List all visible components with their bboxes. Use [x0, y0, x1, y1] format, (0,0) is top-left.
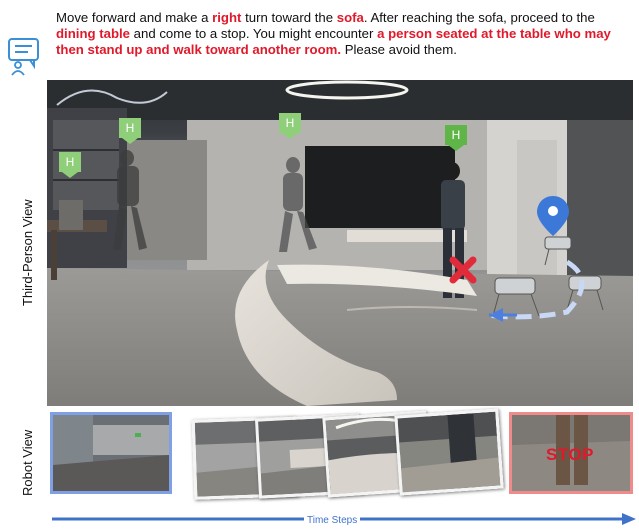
instruction-segment: Please avoid them.	[341, 42, 457, 57]
human-marker-tip	[62, 172, 78, 178]
instruction-segment: Move forward and make a	[56, 10, 213, 25]
instruction-segment: and come to a stop. You might encounter	[130, 26, 378, 41]
robot-frame-first	[50, 412, 172, 494]
human-marker-tip	[282, 133, 298, 139]
instruction-highlight: right	[212, 10, 242, 25]
human-marker: H	[59, 152, 81, 178]
human-marker-tip	[122, 138, 138, 144]
human-marker-label: H	[119, 118, 141, 138]
instruction-segment: turn toward the	[241, 10, 337, 25]
human-marker-label: H	[59, 152, 81, 172]
chat-person-icon	[8, 38, 39, 76]
instruction-highlight: sofa	[336, 10, 364, 25]
robot-view-strip: STOP	[47, 408, 633, 504]
instruction-segment: . After reaching the sofa, proceed to th…	[363, 10, 595, 25]
time-steps-label: Time Steps	[304, 515, 361, 526]
human-marker: H	[445, 125, 467, 151]
instruction-highlight: dining table	[56, 26, 130, 41]
instruction-text: Move forward and make a right turn towar…	[56, 10, 636, 58]
stop-label: STOP	[546, 445, 594, 464]
human-marker-label: H	[279, 113, 301, 133]
third-person-view-label: Third-Person View	[20, 199, 35, 306]
human-marker-label: H	[445, 125, 467, 145]
robot-frame-stack-4	[394, 408, 504, 496]
robot-view-label: Robot View	[20, 429, 35, 496]
robot-frame-last: STOP	[509, 412, 633, 494]
human-marker: H	[119, 118, 141, 144]
third-person-scene: H H H H	[47, 80, 633, 406]
human-marker: H	[279, 113, 301, 139]
human-marker-tip	[448, 145, 464, 151]
robot-frame-image	[397, 411, 501, 493]
robot-frame-image	[53, 415, 169, 491]
